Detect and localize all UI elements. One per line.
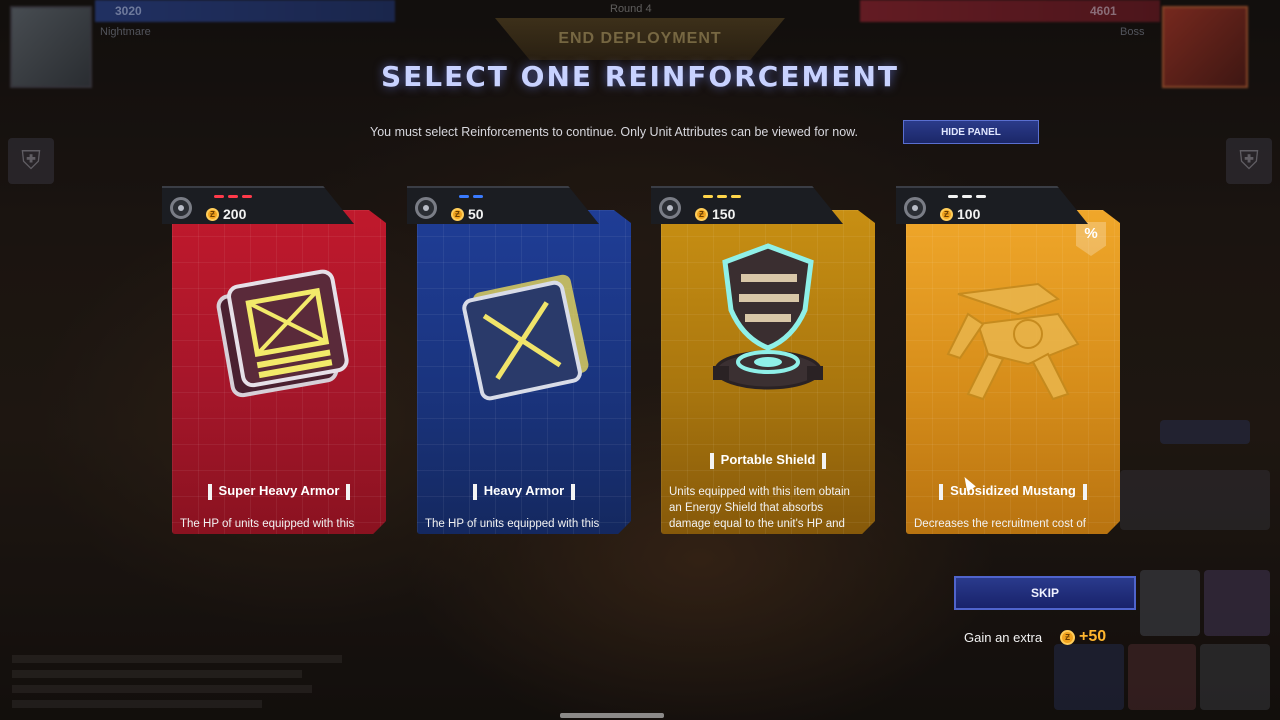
reinforcement-card-super-heavy-armor[interactable]: Super Heavy Armor The HP of units equipp… (162, 186, 386, 534)
card-cost: Ƶ 150 (695, 206, 735, 222)
controls-hint (12, 670, 302, 678)
cost-value: 150 (712, 206, 736, 222)
coin-icon: Ƶ (451, 207, 464, 221)
bg-unit-card (1140, 570, 1200, 636)
card-description: The HP of units equipped with this item … (180, 518, 355, 530)
controls-hint (12, 700, 262, 708)
card-body: Super Heavy Armor The HP of units equipp… (172, 210, 386, 534)
skip-bonus: Gain an extra Ƶ +50 (964, 628, 1106, 646)
rarity-lights (459, 195, 483, 198)
card-description: Decreases the recruitment cost of Mustan… (914, 518, 1086, 530)
card-cost-tab: Ƶ 50 (407, 186, 599, 224)
hide-panel-button[interactable]: HIDE PANEL (903, 120, 1039, 144)
tab-dial-icon (904, 197, 926, 219)
tab-dial-icon (170, 197, 192, 219)
gain-value: +50 (1079, 628, 1107, 645)
coin-icon: Ƶ (1060, 629, 1076, 645)
card-cost: Ƶ 100 (940, 206, 980, 222)
card-title: Heavy Armor (417, 483, 631, 500)
armor-plate-icon (417, 260, 631, 410)
armor-plates-icon (172, 258, 386, 408)
card-body: % Subsidized Mustang Decreases the recru… (906, 210, 1120, 534)
bg-resource-bar (1160, 420, 1250, 444)
controls-hint (12, 685, 312, 693)
controls-hint (12, 655, 342, 663)
cost-value: 50 (468, 206, 484, 222)
cost-value: 100 (957, 206, 981, 222)
reinforcement-card-portable-shield[interactable]: Portable Shield Units equipped with this… (651, 186, 875, 534)
card-title: Portable Shield (661, 452, 875, 469)
card-title: Subsidized Mustang (906, 483, 1120, 500)
page-title: SELECT ONE REINFORCEMENT (381, 60, 899, 93)
card-cost-tab: Ƶ 100 (896, 186, 1088, 224)
bg-unit-card (1128, 644, 1196, 710)
bg-unit-card (1200, 644, 1270, 710)
coin-icon: Ƶ (695, 207, 708, 221)
card-description: The HP of units equipped with this item … (425, 518, 600, 530)
unit-info-icon: ⛨ (8, 138, 54, 184)
coin-icon: Ƶ (940, 207, 953, 221)
card-body: Heavy Armor The HP of units equipped wit… (417, 210, 631, 534)
player-name: Nightmare (100, 26, 151, 38)
reinforcement-card-heavy-armor[interactable]: Heavy Armor The HP of units equipped wit… (407, 186, 631, 534)
player-score: 3020 (115, 4, 142, 18)
card-title: Super Heavy Armor (172, 483, 386, 500)
reinforcement-card-subsidized-mustang[interactable]: % Subsidized Mustang Decreases the recru… (896, 186, 1120, 534)
coin-icon: Ƶ (206, 207, 219, 221)
enemy-score: 4601 (1090, 4, 1117, 18)
card-cost-tab: Ƶ 150 (651, 186, 843, 224)
skip-button[interactable]: SKIP (954, 576, 1136, 610)
card-cost: Ƶ 200 (206, 206, 246, 222)
bottom-handle (560, 713, 664, 718)
enemy-name: Boss (1120, 26, 1145, 38)
unit-info-icon-right: ⛨ (1226, 138, 1272, 184)
end-deployment-button: END DEPLOYMENT (495, 18, 785, 60)
gain-amount: Ƶ +50 (1060, 628, 1106, 646)
card-cost: Ƶ 50 (451, 206, 484, 222)
bg-unit-slots (1120, 470, 1270, 530)
tab-dial-icon (659, 197, 681, 219)
card-description: Units equipped with this item obtain an … (669, 486, 850, 530)
bg-unit-card (1204, 570, 1270, 636)
round-indicator: Round 4 (610, 3, 652, 15)
mustang-unit-icon (906, 254, 1120, 424)
shield-projector-icon (661, 238, 875, 398)
rarity-lights (948, 195, 986, 198)
card-cost-tab: Ƶ 200 (162, 186, 354, 224)
instruction-text: You must select Reinforcements to contin… (370, 125, 858, 139)
cost-value: 200 (223, 206, 247, 222)
tab-dial-icon (415, 197, 437, 219)
rarity-lights (214, 195, 252, 198)
rarity-lights (703, 195, 741, 198)
gain-label: Gain an extra (964, 629, 1043, 645)
discount-badge-icon: % (1076, 222, 1106, 256)
bg-add-button (1054, 644, 1124, 710)
card-body: Portable Shield Units equipped with this… (661, 210, 875, 534)
